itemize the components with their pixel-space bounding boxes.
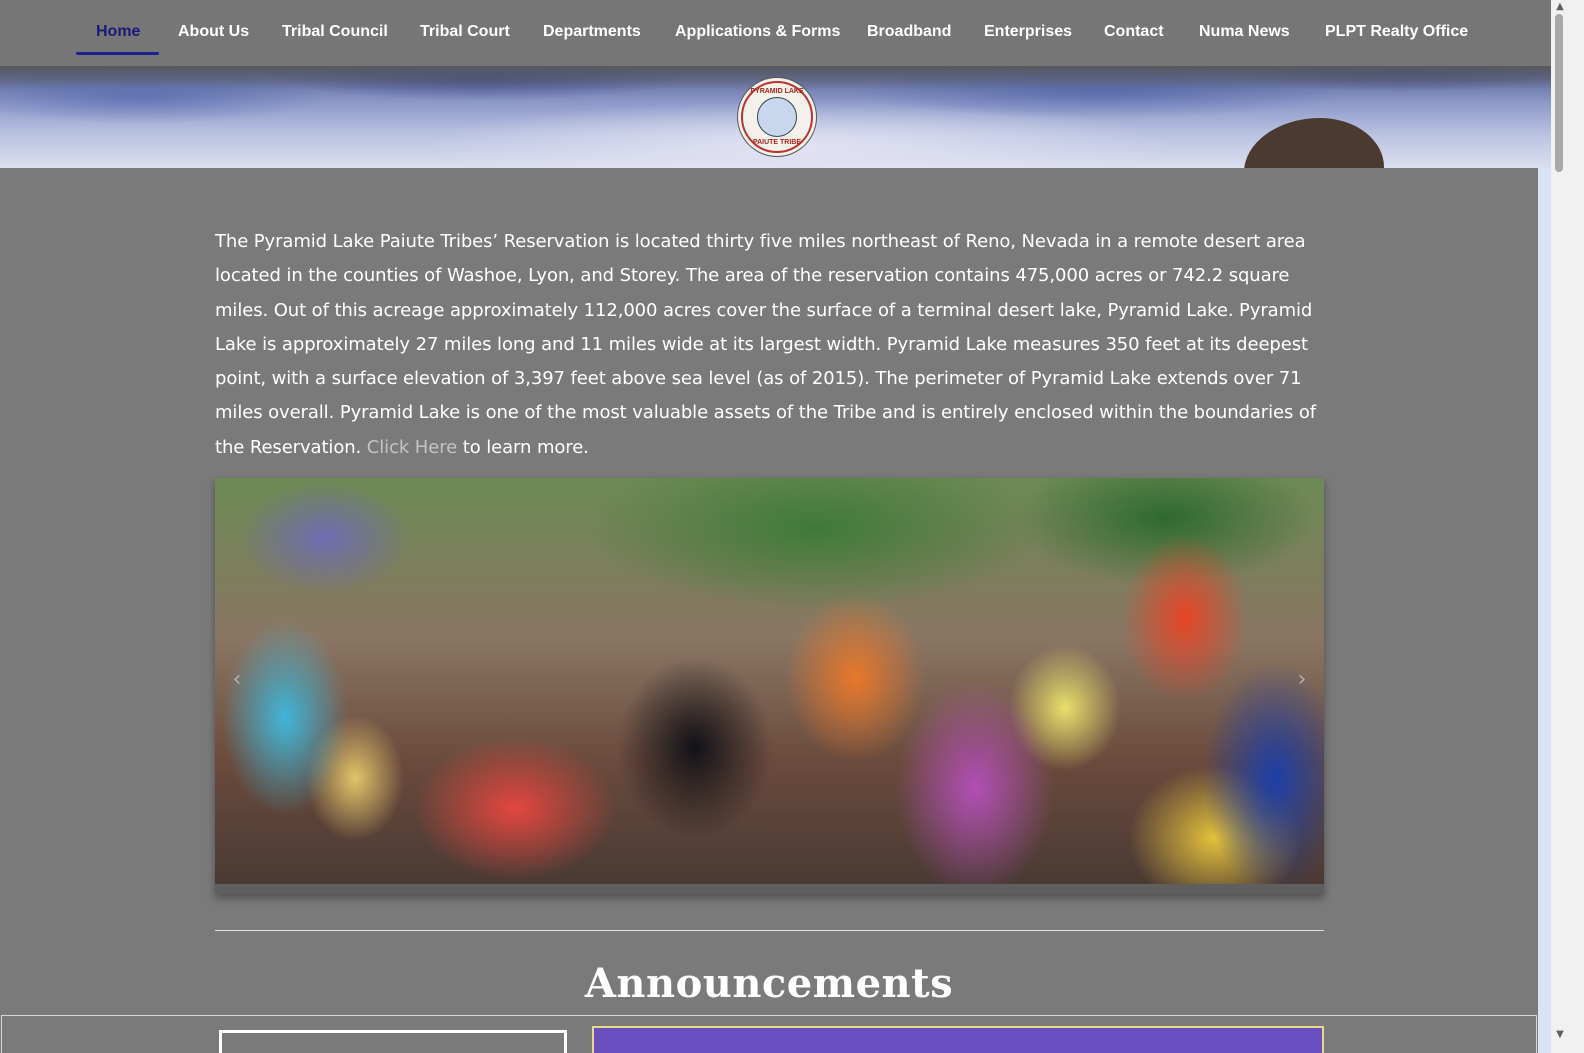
nav-enterprises[interactable]: Enterprises (984, 0, 1072, 66)
nav-about-us[interactable]: About Us (178, 0, 249, 66)
seal-top-text: PYRAMID LAKE (750, 88, 804, 95)
nav-tribal-council[interactable]: Tribal Council (282, 0, 388, 66)
nav-active-indicator (76, 52, 159, 55)
scroll-up-arrow-icon[interactable]: ▲ (1554, 2, 1566, 12)
chevron-right-icon[interactable]: › (1292, 668, 1312, 692)
intro-paragraph: The Pyramid Lake Paiute Tribes’ Reservat… (215, 225, 1325, 465)
scroll-down-arrow-icon[interactable]: ▼ (1554, 1030, 1566, 1040)
nav-plpt-realty-office[interactable]: PLPT Realty Office (1325, 0, 1468, 66)
nav-numa-news[interactable]: Numa News (1199, 0, 1290, 66)
scrollbar-thumb[interactable] (1555, 14, 1563, 172)
photo-carousel: ‹ › (215, 478, 1324, 894)
carousel-photo-powwow (215, 478, 1324, 884)
learn-more-link[interactable]: Click Here (367, 437, 457, 458)
nav-applications-forms[interactable]: Applications & Forms (675, 0, 840, 66)
intro-after-link: to learn more. (462, 436, 589, 458)
seal-bottom-text: PAIUTE TRIBE (752, 139, 802, 146)
nav-home[interactable]: Home (96, 0, 140, 66)
nav-tribal-court[interactable]: Tribal Court (420, 0, 510, 66)
vertical-scrollbar[interactable]: ▲ ▼ (1551, 0, 1584, 1053)
tribe-seal-logo[interactable]: PYRAMID LAKE PAIUTE TRIBE (741, 81, 813, 153)
nav-departments[interactable]: Departments (543, 0, 641, 66)
nav-contact[interactable]: Contact (1104, 0, 1164, 66)
announcements-heading: Announcements (584, 960, 954, 1007)
top-nav: Home About Us Tribal Council Tribal Cour… (0, 0, 1551, 66)
hero-banner: PYRAMID LAKE PAIUTE TRIBE (0, 66, 1551, 168)
banner-rock-formation (1244, 118, 1384, 168)
section-divider (215, 930, 1324, 931)
seal-emblem (757, 97, 797, 137)
announcement-card-right[interactable] (592, 1026, 1324, 1053)
page-edge-strip (1538, 168, 1551, 1053)
nav-broadband[interactable]: Broadband (867, 0, 951, 66)
announcement-card-left[interactable] (219, 1030, 567, 1053)
intro-text: The Pyramid Lake Paiute Tribes’ Reservat… (215, 231, 1316, 458)
main-content: The Pyramid Lake Paiute Tribes’ Reservat… (0, 168, 1538, 1053)
chevron-left-icon[interactable]: ‹ (227, 668, 247, 692)
